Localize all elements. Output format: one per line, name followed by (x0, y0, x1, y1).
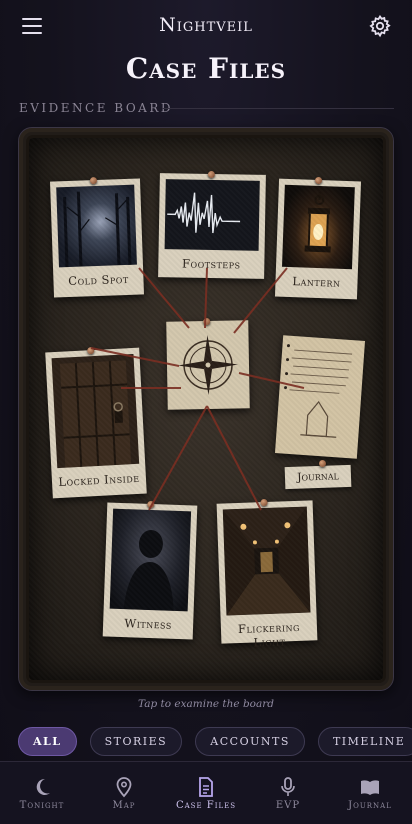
pin (314, 176, 323, 185)
handwriting-image (284, 344, 353, 438)
evidence-board[interactable]: Cold Spot Footsteps Lantern Locked Insid… (18, 127, 394, 691)
gear-icon (369, 14, 391, 38)
settings-button[interactable] (368, 14, 392, 38)
section-divider (162, 108, 394, 109)
nav-label: Tonight (19, 800, 65, 811)
audio-waveform-photo (164, 179, 260, 251)
bottom-nav: Tonight Map Case Files EVP Journal (0, 761, 412, 824)
nav-label: Case Files (175, 800, 237, 811)
compass-card[interactable] (166, 317, 250, 410)
pin (203, 317, 211, 326)
filter-chip-timeline[interactable]: Timeline (317, 727, 412, 756)
compass-rose-icon (178, 335, 238, 395)
door-photo (51, 353, 140, 469)
map-pin-icon (116, 777, 132, 798)
pin (260, 498, 268, 507)
lantern-photo (282, 184, 355, 270)
nav-label: EVP (275, 800, 301, 811)
app-title: Nightveil (159, 14, 253, 36)
pin (319, 460, 326, 467)
cold-spot-photo (56, 184, 137, 268)
moon-icon (36, 778, 50, 795)
section-label: Evidence Board (19, 101, 174, 115)
hallway-image (222, 506, 311, 616)
evidence-card-footsteps[interactable]: Footsteps (158, 170, 266, 279)
hallway-photo (222, 506, 311, 616)
page-title: Case Files (125, 52, 287, 85)
filter-chip-all[interactable]: All (18, 727, 77, 756)
filter-chip-stories[interactable]: Stories (89, 727, 183, 756)
lantern-image (304, 191, 331, 253)
evidence-card-cold-spot[interactable]: Cold Spot (50, 176, 144, 298)
evidence-caption: Footsteps (181, 256, 241, 272)
evidence-card-flickering-light[interactable]: Flickering Light (216, 498, 318, 650)
forest-image (63, 191, 132, 268)
evidence-card-witness[interactable]: Witness (102, 500, 198, 640)
top-bar: Nightveil (0, 0, 412, 52)
evidence-caption: Cold Spot (68, 271, 129, 289)
nav-label: Map (112, 800, 136, 811)
evidence-card-locked-inside[interactable]: Locked Inside (45, 346, 147, 499)
cork-board: Cold Spot Footsteps Lantern Locked Insid… (29, 138, 383, 680)
journal-page (274, 335, 366, 459)
journal-label: Journal (284, 464, 352, 490)
evidence-card-lantern[interactable]: Lantern (274, 176, 362, 300)
nav-case-files[interactable]: Case Files (164, 762, 248, 824)
witness-photo (109, 508, 192, 612)
nav-journal[interactable]: Journal (328, 762, 412, 824)
silhouette-image (123, 530, 174, 611)
book-icon (361, 780, 379, 795)
pin (147, 500, 155, 509)
nav-label: Journal (348, 800, 392, 811)
filter-chips: All Stories Accounts Timeline Ev (18, 727, 412, 757)
nav-evp[interactable]: EVP (248, 762, 328, 824)
pin (89, 176, 98, 185)
pin (87, 346, 95, 355)
evidence-caption: Flickering Light (237, 619, 301, 650)
evidence-caption: Locked Inside (58, 470, 140, 490)
waveform-image (167, 192, 241, 234)
document-icon (199, 777, 213, 797)
door-image (59, 360, 132, 468)
evidence-caption: Lantern (292, 274, 341, 290)
nav-map[interactable]: Map (84, 762, 164, 824)
board-hint: Tap to examine the board (138, 698, 274, 710)
nav-tonight[interactable]: Tonight (0, 762, 84, 824)
evidence-caption: Witness (124, 616, 173, 632)
red-strings (90, 267, 305, 511)
microphone-icon (281, 777, 295, 796)
filter-chip-accounts[interactable]: Accounts (195, 727, 305, 756)
evidence-card-journal[interactable]: Journal (274, 335, 366, 490)
pin (207, 170, 215, 179)
